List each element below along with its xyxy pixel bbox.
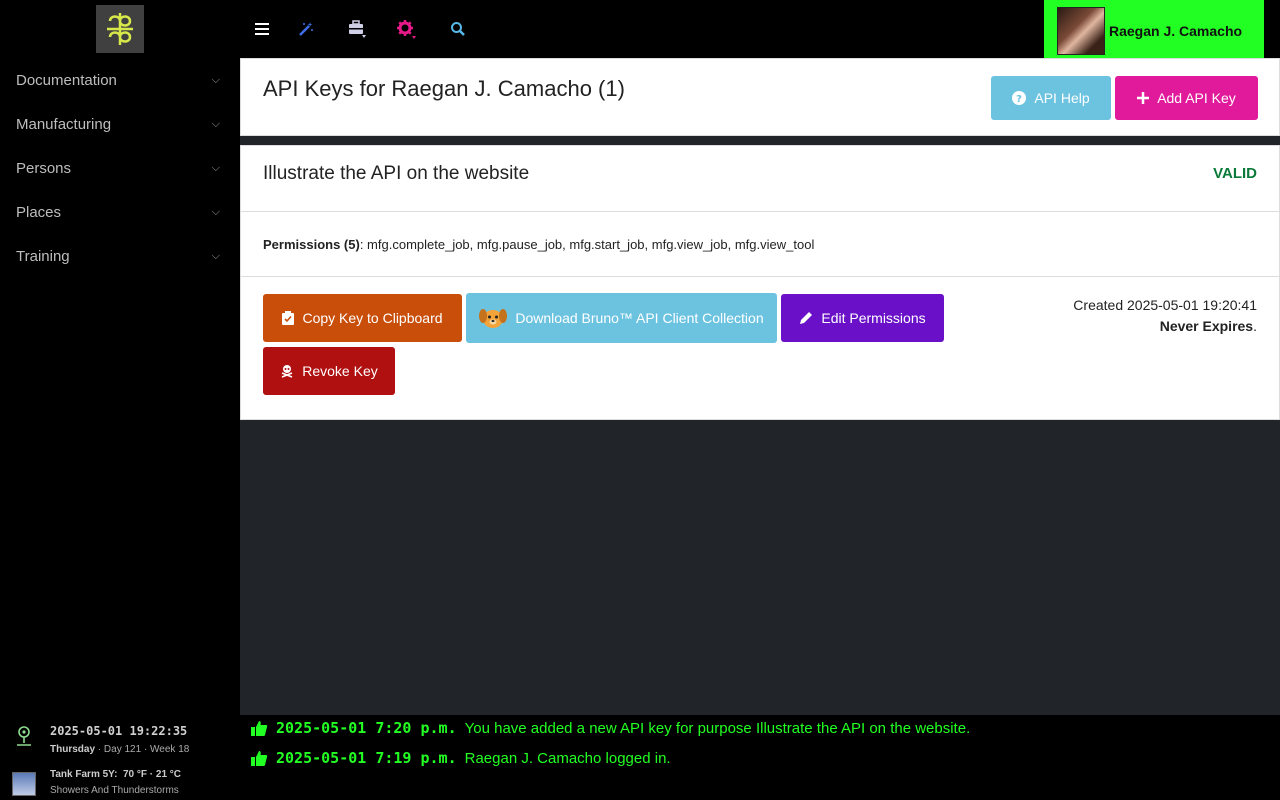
- revoke-key-label: Revoke Key: [302, 363, 378, 379]
- sidebar-nav: Documentation ⌵ Manufacturing ⌵ Persons …: [0, 58, 240, 278]
- sidebar-item-places[interactable]: Places ⌵: [0, 190, 240, 234]
- clock-calendar: Thursday · Day 121 · Week 18: [50, 744, 189, 755]
- chevron-down-icon: ⌵: [211, 249, 220, 262]
- user-name: Raegan J. Camacho: [1109, 23, 1243, 39]
- weather-location-line: Tank Farm 5Y: 70 °F · 21 °C: [50, 769, 181, 780]
- toolbox-icon: [349, 20, 366, 38]
- sidebar-item-label: Documentation: [16, 71, 117, 89]
- add-api-key-label: Add API Key: [1157, 90, 1236, 106]
- page-title: API Keys for Raegan J. Camacho (1): [263, 76, 625, 101]
- revoke-key-button[interactable]: Revoke Key: [263, 347, 395, 395]
- svg-text:?: ?: [1016, 94, 1022, 105]
- main-content: API Keys for Raegan J. Camacho (1) ? API…: [240, 58, 1280, 715]
- log-timestamp: 2025-05-01 7:19 p.m.: [276, 749, 457, 767]
- skull-crossbones-icon: [281, 365, 293, 378]
- hamburger-icon: [255, 23, 269, 35]
- sidebar-item-label: Training: [16, 247, 70, 265]
- weather-icon: [12, 772, 36, 796]
- sidebar-item-label: Persons: [16, 159, 72, 177]
- permissions-label: Permissions (5): [263, 237, 360, 252]
- chevron-down-icon: ⌵: [211, 73, 220, 86]
- divider: [241, 276, 1279, 277]
- question-circle-icon: ?: [1012, 91, 1027, 105]
- key-meta: Created 2025-05-01 19:20:41 Never Expire…: [1073, 295, 1257, 337]
- pencil-icon: [800, 312, 813, 324]
- weather-description: Showers And Thunderstorms: [50, 785, 179, 796]
- permissions-list: Permissions (5): mfg.complete_job, mfg.p…: [263, 237, 814, 252]
- search-button[interactable]: [447, 18, 469, 40]
- page-header-card: API Keys for Raegan J. Camacho (1) ? API…: [240, 58, 1280, 136]
- top-bar: Raegan J. Camacho: [240, 0, 1280, 62]
- api-key-card: Illustrate the API on the website VALID …: [240, 145, 1280, 420]
- sidebar-item-label: Places: [16, 203, 62, 221]
- thumbs-up-icon: [251, 721, 268, 736]
- clock-widget: 2025-05-01 19:22:35 Thursday · Day 121 ·…: [0, 720, 240, 800]
- magic-wand-icon: [299, 22, 313, 36]
- chevron-down-icon: ⌵: [211, 161, 220, 174]
- expiry-status: Never Expires: [1159, 318, 1254, 334]
- chevron-down-icon: ⌵: [211, 205, 220, 218]
- edit-permissions-button[interactable]: Edit Permissions: [781, 294, 944, 342]
- logo-icon: [107, 13, 133, 45]
- chevron-down-icon: ⌵: [211, 117, 220, 130]
- location-pin-icon: [17, 726, 31, 746]
- sidebar-item-persons[interactable]: Persons ⌵: [0, 146, 240, 190]
- activity-log: 2025-05-01 7:20 p.m. You have added a ne…: [240, 715, 1280, 800]
- weather-temp: 70 °F · 21 °C: [123, 769, 182, 780]
- api-key-purpose: Illustrate the API on the website: [263, 163, 530, 184]
- edit-permissions-label: Edit Permissions: [821, 310, 926, 326]
- api-help-button[interactable]: ? API Help: [991, 76, 1111, 120]
- expiry-line: Never Expires.: [1073, 316, 1257, 337]
- log-entry: 2025-05-01 7:20 p.m. You have added a ne…: [250, 719, 970, 737]
- log-timestamp: 2025-05-01 7:20 p.m.: [276, 719, 457, 737]
- clock-day: Day 121: [103, 744, 142, 755]
- download-bruno-label: Download Bruno™ API Client Collection: [515, 310, 764, 326]
- clock-datetime: 2025-05-01 19:22:35: [50, 724, 188, 738]
- created-timestamp: Created 2025-05-01 19:20:41: [1073, 297, 1257, 313]
- search-icon: [451, 22, 465, 36]
- avatar: [1057, 7, 1105, 55]
- add-api-key-button[interactable]: Add API Key: [1115, 76, 1258, 120]
- log-entry: 2025-05-01 7:19 p.m. Raegan J. Camacho l…: [250, 749, 671, 767]
- sidebar: Documentation ⌵ Manufacturing ⌵ Persons …: [0, 0, 240, 800]
- copy-key-button[interactable]: Copy Key to Clipboard: [263, 294, 462, 342]
- api-help-label: API Help: [1034, 90, 1090, 106]
- menu-toggle-button[interactable]: [251, 18, 273, 40]
- gear-icon: [397, 20, 416, 39]
- log-message: You have added a new API key for purpose…: [464, 719, 971, 737]
- status-badge: VALID: [1213, 165, 1257, 182]
- sidebar-item-manufacturing[interactable]: Manufacturing ⌵: [0, 102, 240, 146]
- clock-week: Week 18: [150, 744, 190, 755]
- divider: [241, 211, 1279, 212]
- download-bruno-button[interactable]: Download Bruno™ API Client Collection: [466, 293, 777, 343]
- sidebar-item-label: Manufacturing: [16, 115, 112, 133]
- weather-location: Tank Farm 5Y:: [50, 769, 118, 780]
- user-menu[interactable]: Raegan J. Camacho: [1044, 0, 1264, 62]
- sidebar-item-documentation[interactable]: Documentation ⌵: [0, 58, 240, 102]
- clock-weekday: Thursday: [50, 744, 96, 755]
- expiry-suffix: .: [1253, 318, 1257, 334]
- magic-button[interactable]: [295, 18, 317, 40]
- clipboard-check-icon: [282, 311, 295, 325]
- copy-key-label: Copy Key to Clipboard: [302, 310, 443, 326]
- permissions-values: : mfg.complete_job, mfg.pause_job, mfg.s…: [359, 237, 815, 252]
- toolbox-menu-button[interactable]: [346, 18, 368, 40]
- thumbs-up-icon: [251, 751, 268, 766]
- settings-menu-button[interactable]: [395, 18, 417, 40]
- plus-icon: [1137, 92, 1150, 104]
- bruno-dog-icon: [479, 309, 508, 328]
- sidebar-item-training[interactable]: Training ⌵: [0, 234, 240, 278]
- log-message: Raegan J. Camacho logged in.: [464, 749, 671, 767]
- app-logo[interactable]: [96, 5, 144, 53]
